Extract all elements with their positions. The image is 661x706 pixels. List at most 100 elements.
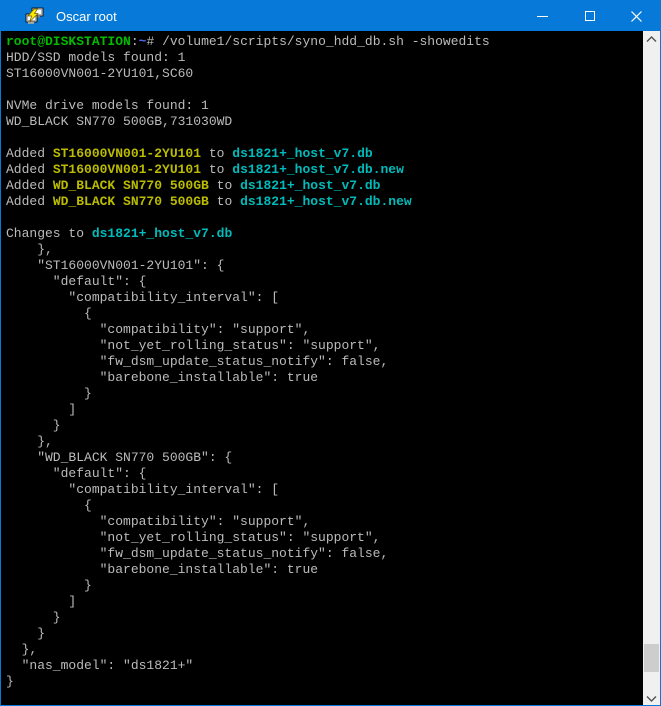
- minimize-icon: [537, 16, 548, 17]
- terminal-text-segment: "default": {: [6, 466, 146, 481]
- terminal-line: "not_yet_rolling_status": "support",: [6, 530, 643, 546]
- scrollbar[interactable]: [643, 31, 660, 706]
- terminal-text-segment: "not_yet_rolling_status": "support",: [6, 530, 380, 545]
- terminal-text-segment: Added: [6, 162, 53, 177]
- terminal-text-segment: HDD/SSD models found: 1: [6, 50, 185, 65]
- terminal-text-segment: NVMe drive models found: 1: [6, 98, 209, 113]
- terminal-line: Added WD_BLACK SN770 500GB to ds1821+_ho…: [6, 178, 643, 194]
- terminal-line: [6, 130, 643, 146]
- terminal-line: "compatibility_interval": [: [6, 482, 643, 498]
- terminal-text-segment: "nas_model": "ds1821+": [6, 658, 193, 673]
- scroll-up-button[interactable]: [643, 31, 660, 48]
- terminal-line: "barebone_installable": true: [6, 562, 643, 578]
- terminal-text-segment: WD_BLACK SN770 500GB,731030WD: [6, 114, 232, 129]
- terminal-line: Changes to ds1821+_host_v7.db: [6, 226, 643, 242]
- terminal-text-segment: "WD_BLACK SN770 500GB": {: [6, 450, 232, 465]
- terminal-text-segment: "barebone_installable": true: [6, 562, 318, 577]
- terminal-text-segment: }: [6, 578, 92, 593]
- terminal-text-segment: },: [6, 642, 37, 657]
- terminal-text-segment: "ST16000VN001-2YU101": {: [6, 258, 224, 273]
- terminal-text-segment: "compatibility": "support",: [6, 514, 310, 529]
- terminal-line: [6, 210, 643, 226]
- terminal-text-segment: Added: [6, 146, 53, 161]
- terminal-line: },: [6, 242, 643, 258]
- terminal-text-segment: WD_BLACK SN770 500GB: [53, 178, 209, 193]
- window-title: Oscar root: [56, 9, 519, 24]
- terminal-line: Added ST16000VN001-2YU101 to ds1821+_hos…: [6, 146, 643, 162]
- terminal-text-segment: ds1821+_host_v7.db: [240, 178, 380, 193]
- terminal-line: }: [6, 578, 643, 594]
- terminal-text-segment: to: [209, 194, 240, 209]
- terminal-text-segment: }: [6, 386, 92, 401]
- terminal-line: }: [6, 674, 643, 690]
- terminal-line: root@DISKSTATION:~# /volume1/scripts/syn…: [6, 34, 643, 50]
- scrollbar-thumb[interactable]: [644, 644, 659, 672]
- terminal-line: }: [6, 418, 643, 434]
- terminal-text-segment: ]: [6, 594, 76, 609]
- terminal-text-segment: to: [201, 146, 232, 161]
- terminal-line: "ST16000VN001-2YU101": {: [6, 258, 643, 274]
- terminal-line: }: [6, 626, 643, 642]
- terminal-line: }: [6, 610, 643, 626]
- terminal-text-segment: },: [6, 242, 53, 257]
- terminal-line: [6, 82, 643, 98]
- close-button[interactable]: [613, 1, 660, 31]
- terminal-text-segment: to: [201, 162, 232, 177]
- terminal-text-segment: "compatibility_interval": [: [6, 482, 279, 497]
- terminal-line: NVMe drive models found: 1: [6, 98, 643, 114]
- terminal-text-segment: ds1821+_host_v7.db: [92, 226, 232, 241]
- terminal-text-segment: ds1821+_host_v7.db: [232, 146, 372, 161]
- terminal-line: }: [6, 386, 643, 402]
- terminal-line: {: [6, 498, 643, 514]
- scroll-down-button[interactable]: [643, 690, 660, 706]
- terminal-text-segment: "fw_dsm_update_status_notify": false,: [6, 354, 388, 369]
- terminal-text-segment: }: [6, 610, 61, 625]
- terminal-output[interactable]: root@DISKSTATION:~# /volume1/scripts/syn…: [1, 31, 643, 706]
- terminal-line: "not_yet_rolling_status": "support",: [6, 338, 643, 354]
- terminal-text-segment: {: [6, 498, 92, 513]
- terminal-text-segment: }: [6, 418, 61, 433]
- terminal-line: {: [6, 306, 643, 322]
- terminal-text-segment: "not_yet_rolling_status": "support",: [6, 338, 380, 353]
- terminal-text-segment: #: [146, 34, 162, 49]
- chevron-down-icon: [646, 695, 657, 702]
- terminal-text-segment: root@DISKSTATION: [6, 34, 131, 49]
- terminal-line: "default": {: [6, 466, 643, 482]
- terminal-text-segment: ST16000VN001-2YU101,SC60: [6, 66, 193, 81]
- terminal-line: ST16000VN001-2YU101,SC60: [6, 66, 643, 82]
- terminal-line: WD_BLACK SN770 500GB,731030WD: [6, 114, 643, 130]
- terminal-text-segment: to: [209, 178, 240, 193]
- terminal-text-segment: "barebone_installable": true: [6, 370, 318, 385]
- terminal-line: ]: [6, 402, 643, 418]
- terminal-line: "barebone_installable": true: [6, 370, 643, 386]
- terminal-text-segment: WD_BLACK SN770 500GB: [53, 194, 209, 209]
- putty-icon[interactable]: [25, 7, 44, 25]
- terminal-text-segment: /volume1/scripts/syno_hdd_db.sh -showedi…: [162, 34, 490, 49]
- terminal-text-segment: "default": {: [6, 274, 146, 289]
- terminal-text-segment: ds1821+_host_v7.db.new: [232, 162, 404, 177]
- terminal-text-segment: ]: [6, 402, 76, 417]
- terminal-line: "compatibility_interval": [: [6, 290, 643, 306]
- terminal-text-segment: ds1821+_host_v7.db.new: [240, 194, 412, 209]
- terminal-line: },: [6, 642, 643, 658]
- title-bar[interactable]: Oscar root: [1, 1, 660, 31]
- terminal-text-segment: },: [6, 434, 53, 449]
- window-controls: [519, 1, 660, 31]
- terminal-text-segment: :: [131, 34, 139, 49]
- minimize-button[interactable]: [519, 1, 566, 31]
- terminal-text-segment: ST16000VN001-2YU101: [53, 162, 201, 177]
- terminal-text-segment: {: [6, 306, 92, 321]
- terminal-line: Added ST16000VN001-2YU101 to ds1821+_hos…: [6, 162, 643, 178]
- terminal-line: },: [6, 434, 643, 450]
- terminal-text-segment: ST16000VN001-2YU101: [53, 146, 201, 161]
- putty-window: Oscar root root@DISKSTATION:~# /volume1/…: [0, 0, 661, 706]
- maximize-button[interactable]: [566, 1, 613, 31]
- terminal-text-segment: }: [6, 626, 45, 641]
- terminal-text-segment: }: [6, 674, 14, 689]
- terminal-area: root@DISKSTATION:~# /volume1/scripts/syn…: [1, 31, 660, 706]
- terminal-line: "compatibility": "support",: [6, 514, 643, 530]
- chevron-up-icon: [646, 36, 657, 43]
- terminal-text-segment: Added: [6, 178, 53, 193]
- terminal-line: "fw_dsm_update_status_notify": false,: [6, 354, 643, 370]
- terminal-line: HDD/SSD models found: 1: [6, 50, 643, 66]
